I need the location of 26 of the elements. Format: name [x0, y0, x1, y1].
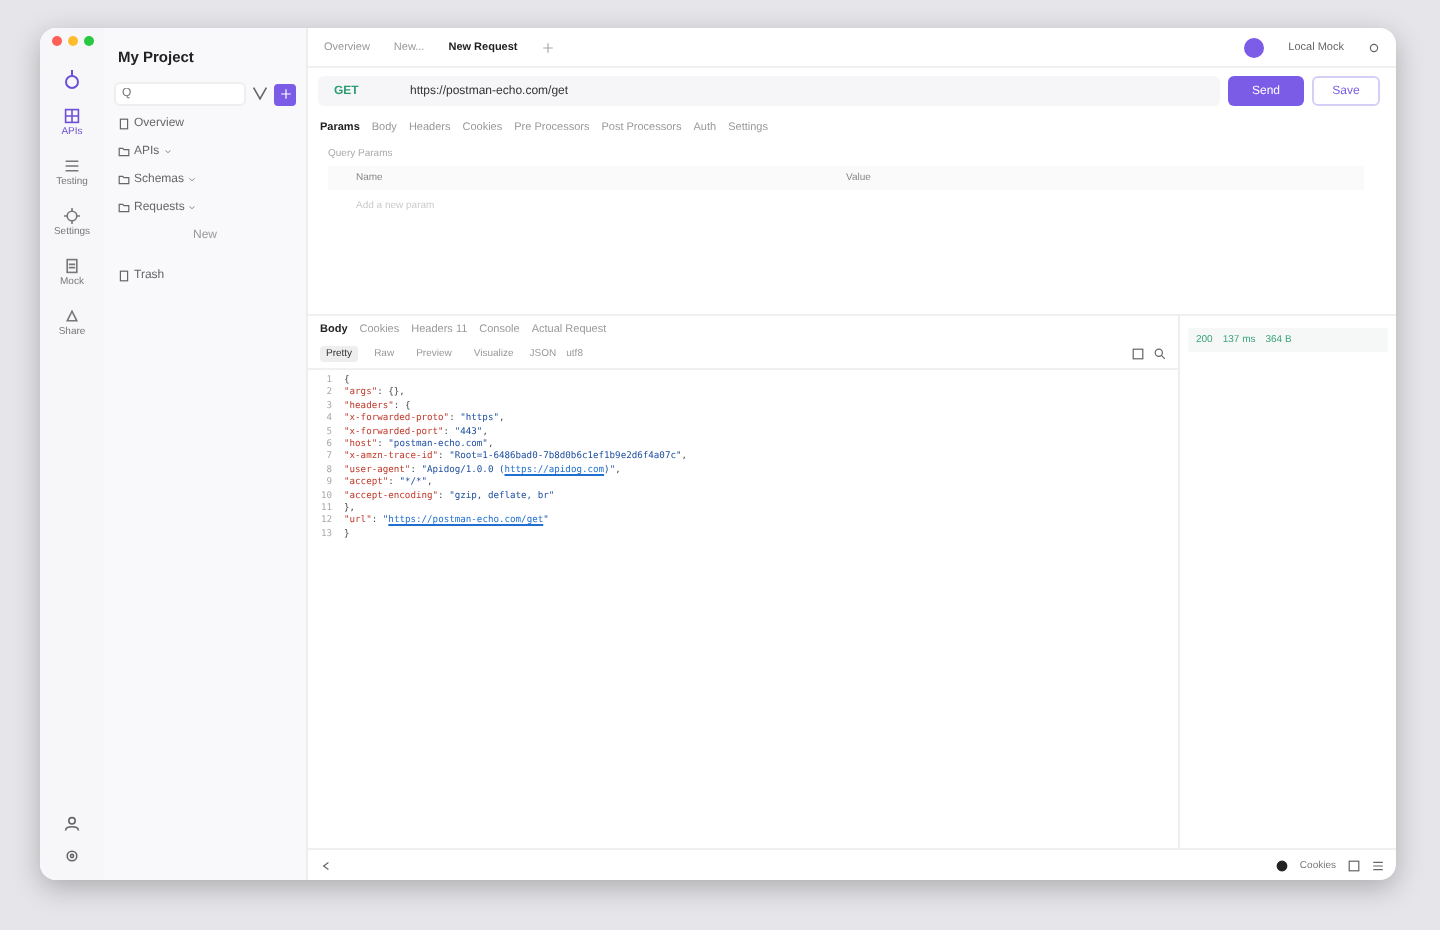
- logo-icon: [62, 70, 82, 90]
- avatar[interactable]: [1244, 37, 1265, 57]
- plus-icon: [279, 88, 291, 100]
- cookie-icon: [1275, 859, 1288, 871]
- chevron-icon: [188, 204, 197, 212]
- plus-icon: [541, 41, 554, 53]
- page-icon: [118, 118, 130, 130]
- folder-icon: [118, 146, 130, 158]
- folder-icon: [118, 174, 130, 186]
- copy-icon: [1132, 348, 1144, 360]
- triangle-icon: [64, 308, 80, 324]
- collapse-icon: [320, 859, 332, 871]
- page-icon: [118, 270, 130, 282]
- settings-icon: [64, 848, 80, 864]
- layout-icon: [1348, 859, 1360, 871]
- folder-icon: [118, 202, 130, 214]
- list-icon: [64, 158, 80, 174]
- grid-icon: [64, 108, 80, 124]
- document-icon: [63, 258, 80, 274]
- search-icon: [1154, 348, 1166, 360]
- chevron-icon: [163, 148, 172, 156]
- filter-icon: [252, 86, 268, 102]
- user-icon: [64, 816, 80, 832]
- menu-icon: [1372, 859, 1384, 871]
- chevron-icon: [188, 176, 197, 184]
- add-button[interactable]: [274, 83, 296, 105]
